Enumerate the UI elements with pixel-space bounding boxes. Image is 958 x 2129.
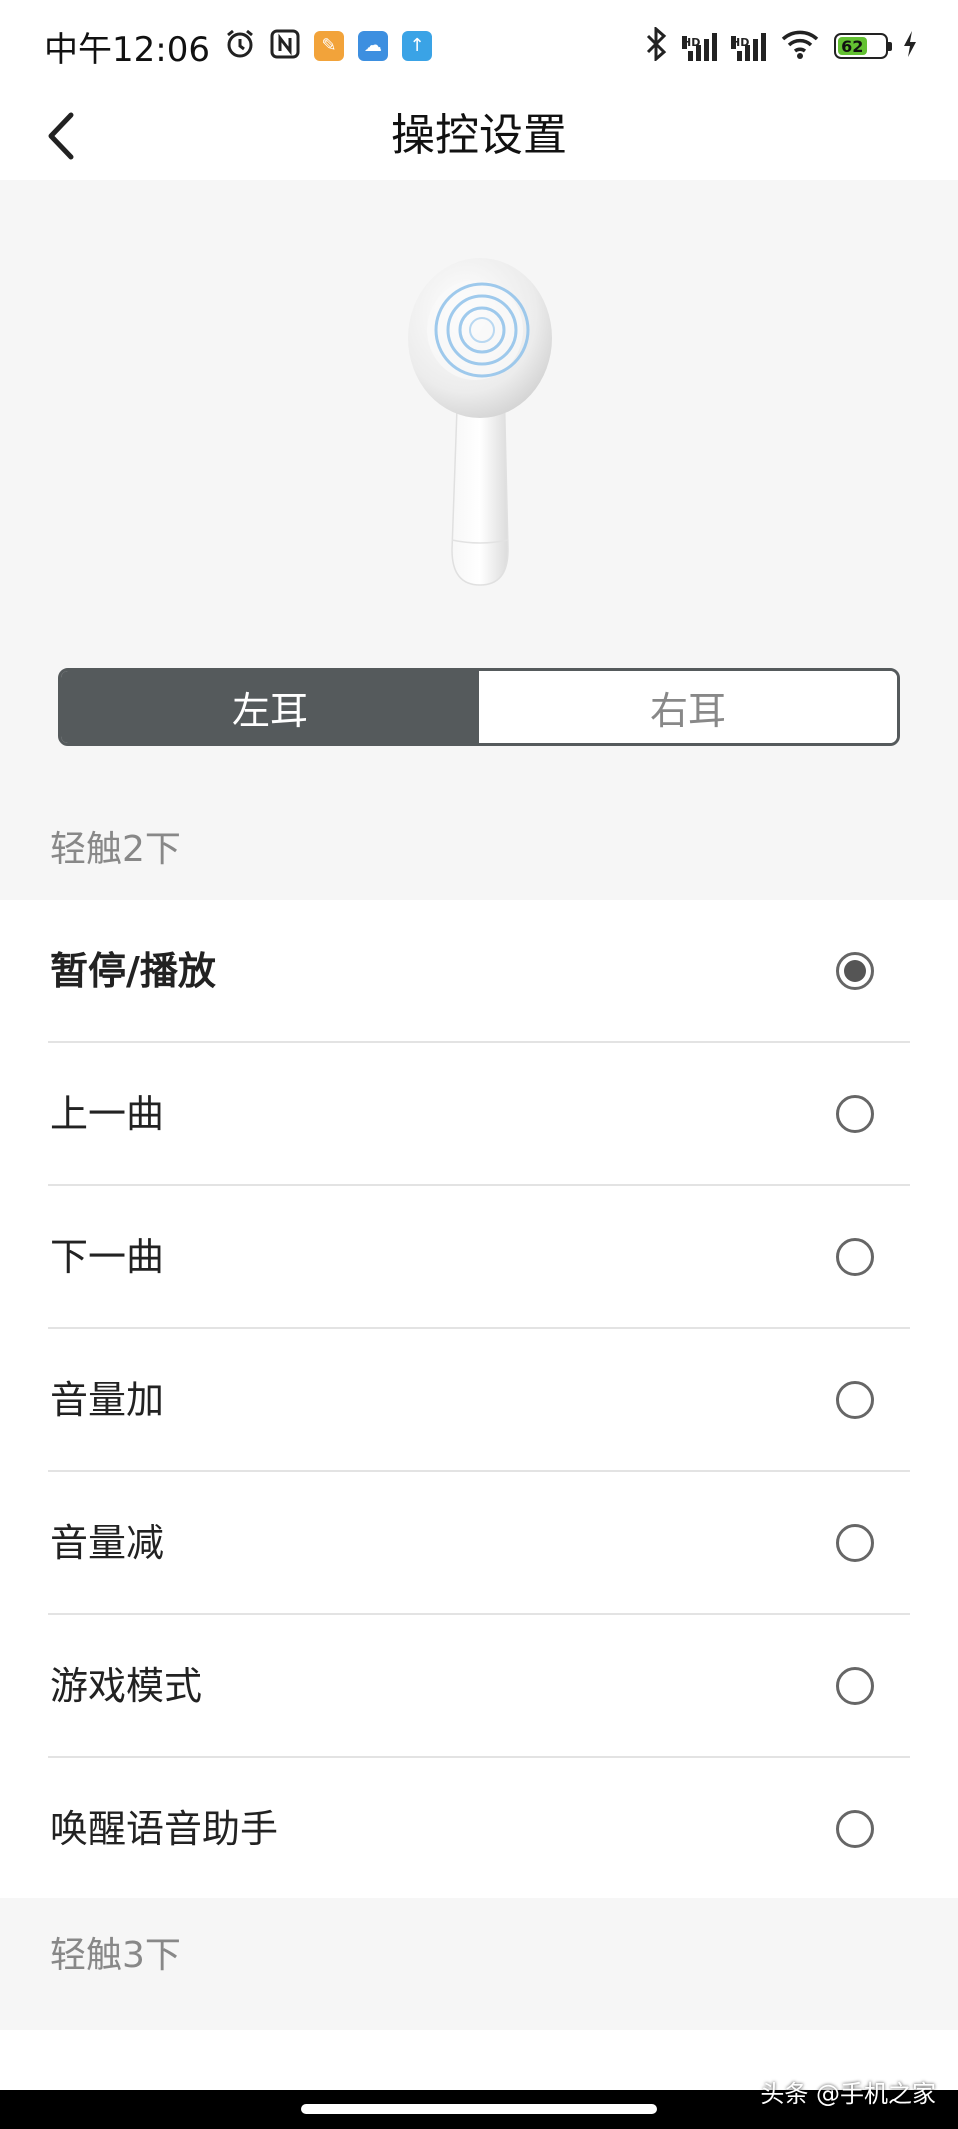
status-time: 中午12:06 [44, 29, 210, 70]
battery-icon: 62 [834, 33, 892, 59]
nav-bar: 操控设置 [0, 92, 958, 180]
option-label: 音量加 [50, 1378, 165, 1422]
radio-button[interactable] [836, 1238, 874, 1276]
status-bar-right: HD HD 62 [644, 25, 918, 65]
radio-button[interactable] [836, 1810, 874, 1848]
option-volume-down[interactable]: 音量减 [0, 1472, 958, 1615]
option-volume-up[interactable]: 音量加 [0, 1329, 958, 1472]
option-label: 唤醒语音助手 [50, 1807, 279, 1851]
radio-button[interactable] [836, 952, 874, 990]
option-label: 游戏模式 [50, 1664, 203, 1708]
page-title: 操控设置 [391, 110, 567, 161]
option-game-mode[interactable]: 游戏模式 [0, 1615, 958, 1758]
tab-right-ear[interactable]: 右耳 [479, 671, 897, 743]
section-header-triple-tap: 轻触3下 [0, 1898, 958, 2006]
option-previous-track[interactable]: 上一曲 [0, 1043, 958, 1186]
option-label: 音量减 [50, 1521, 165, 1565]
radio-button[interactable] [836, 1095, 874, 1133]
status-bar-left: 中午12:06 ✎ ☁ ↑ [44, 22, 432, 71]
cloud-app-icon: ☁ [357, 31, 388, 61]
alarm-icon [224, 28, 256, 64]
wifi-icon [780, 28, 820, 64]
battery-level: 62 [838, 37, 867, 56]
earbud-hero [0, 180, 958, 640]
option-label: 下一曲 [50, 1235, 165, 1279]
option-pause-play[interactable]: 暂停/播放 [0, 900, 958, 1043]
upload-app-icon: ↑ [401, 31, 432, 61]
double-tap-options: 暂停/播放 上一曲 下一曲 音量加 音量减 游戏模式 唤醒语音助手 [0, 900, 958, 1898]
nfc-icon [270, 29, 300, 63]
option-next-track[interactable]: 下一曲 [0, 1186, 958, 1329]
ear-selector: 左耳 右耳 [58, 668, 900, 746]
section-header-double-tap: 轻触2下 [0, 790, 958, 902]
option-label: 暂停/播放 [50, 949, 216, 993]
radio-button[interactable] [836, 1381, 874, 1419]
signal-icon: HD [682, 31, 717, 61]
home-indicator[interactable] [301, 2104, 657, 2114]
radio-button[interactable] [836, 1524, 874, 1562]
option-voice-assistant[interactable]: 唤醒语音助手 [0, 1758, 958, 1901]
notes-app-icon: ✎ [313, 31, 344, 61]
watermark: 头条 @手机之家 [760, 2080, 936, 2108]
option-label: 上一曲 [50, 1092, 165, 1136]
charging-icon [902, 30, 918, 62]
radio-button[interactable] [836, 1667, 874, 1705]
status-bar: 中午12:06 ✎ ☁ ↑ HD HD 62 [0, 0, 958, 92]
bluetooth-icon [644, 25, 668, 65]
signal-icon: HD [731, 31, 766, 61]
earbud-image [408, 258, 552, 586]
tab-left-ear[interactable]: 左耳 [61, 671, 479, 743]
